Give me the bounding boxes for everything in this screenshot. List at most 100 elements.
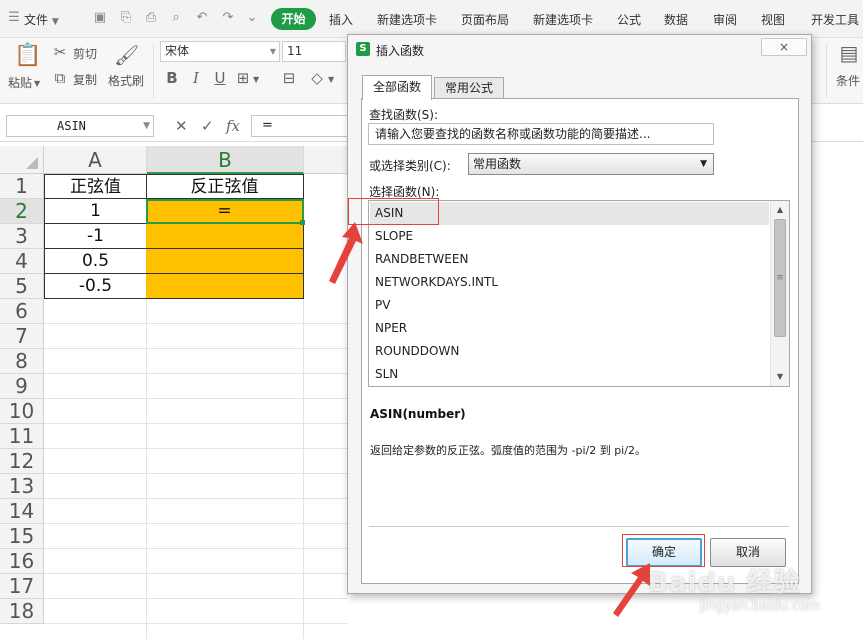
tab-view[interactable]: 视图 [761, 11, 785, 28]
tab-formulas[interactable]: 公式 [617, 11, 641, 28]
list-item[interactable]: NPER [370, 317, 769, 340]
row-header[interactable]: 13 [0, 474, 44, 499]
cell-b3[interactable] [146, 224, 304, 249]
cell-a4[interactable]: 0.5 [44, 249, 147, 274]
row-header[interactable]: 8 [0, 349, 44, 374]
italic-icon[interactable]: I [188, 69, 204, 87]
close-button[interactable]: × [761, 38, 807, 56]
font-size-select[interactable]: 11 [282, 41, 346, 62]
column-header-blank[interactable] [304, 146, 348, 174]
row-header[interactable]: 2 [0, 199, 44, 224]
chevron-down-icon[interactable]: ▼ [34, 75, 40, 93]
tab-home[interactable]: 开始 [271, 8, 316, 30]
function-signature: ASIN(number) [370, 407, 466, 421]
tab-review[interactable]: 审阅 [713, 11, 737, 28]
column-header-a[interactable]: A [44, 146, 147, 174]
search-input[interactable]: 请输入您要查找的函数名称或函数功能的简要描述... [368, 123, 714, 145]
list-item[interactable]: SLN [370, 363, 769, 386]
row-header[interactable]: 15 [0, 524, 44, 549]
cancel-icon[interactable]: ✕ [175, 117, 188, 135]
cell-b4[interactable] [146, 249, 304, 274]
tab-data[interactable]: 数据 [664, 11, 688, 28]
fill-color-icon[interactable]: ◇ [308, 69, 326, 87]
underline-icon[interactable]: U [212, 69, 228, 87]
copy-button[interactable]: 复制 [73, 71, 97, 88]
tab-all-functions[interactable]: 全部函数 [362, 75, 432, 100]
column-header-b[interactable]: B [147, 146, 304, 174]
row-header[interactable]: 14 [0, 499, 44, 524]
conditional-format-icon[interactable]: ▤ [838, 43, 860, 63]
print-icon[interactable]: ⎙ [143, 10, 159, 26]
function-list[interactable]: ASIN SLOPE RANDBETWEEN NETWORKDAYS.INTL … [368, 200, 790, 387]
scroll-down-icon[interactable]: ▼ [771, 370, 789, 384]
menu-icon[interactable]: ☰ [6, 10, 22, 26]
row-header[interactable]: 6 [0, 299, 44, 324]
gridline [44, 573, 347, 574]
format-painter-icon[interactable]: 🖌 [114, 42, 139, 68]
gridline [44, 348, 347, 349]
insert-function-icon[interactable]: fx [226, 117, 240, 135]
scissors-icon[interactable]: ✂ [52, 43, 68, 61]
list-item[interactable]: PV [370, 294, 769, 317]
font-name-select[interactable]: 宋体 ▼ [160, 41, 280, 62]
row-header[interactable]: 16 [0, 549, 44, 574]
fill-handle[interactable] [300, 220, 305, 225]
row-header[interactable]: 5 [0, 274, 44, 299]
copy-icon[interactable]: ⧉ [52, 69, 68, 87]
cell-b5[interactable] [146, 274, 304, 299]
paste-icon[interactable]: 📋 [14, 42, 41, 70]
chevron-down-icon: ▼ [51, 17, 59, 27]
row-header[interactable]: 4 [0, 249, 44, 274]
preview-icon[interactable]: ⌕ [168, 10, 184, 26]
name-box[interactable]: ASIN ▼ [6, 115, 154, 137]
export-icon[interactable]: ⎘ [118, 10, 134, 26]
cell-b2[interactable]: = [146, 199, 304, 224]
more-icon[interactable]: ⌄ [244, 10, 260, 26]
row-header[interactable]: 17 [0, 574, 44, 599]
cell-a2[interactable]: 1 [44, 199, 147, 224]
cell-a1[interactable]: 正弦值 [44, 174, 147, 199]
tab-page-layout[interactable]: 页面布局 [461, 11, 509, 28]
scroll-thumb[interactable]: ≡ [774, 219, 786, 337]
cut-button[interactable]: 剪切 [73, 45, 97, 62]
select-all-corner[interactable] [0, 146, 44, 174]
cell-a5[interactable]: -0.5 [44, 274, 147, 299]
merge-icon[interactable]: ⊟ [280, 69, 298, 87]
chevron-down-icon[interactable]: ▼ [328, 71, 334, 89]
list-item[interactable]: SLOPE [370, 225, 769, 248]
row-header[interactable]: 18 [0, 599, 44, 624]
list-scrollbar[interactable]: ▲ ≡ ▼ [770, 201, 789, 386]
cell-a3[interactable]: -1 [44, 224, 147, 249]
cell-b1[interactable]: 反正弦值 [146, 174, 304, 199]
undo-icon[interactable]: ↶ [194, 10, 210, 26]
bold-icon[interactable]: B [164, 69, 180, 87]
tab-new-2[interactable]: 新建选项卡 [533, 11, 593, 28]
row-header[interactable]: 9 [0, 374, 44, 399]
format-painter-button[interactable]: 格式刷 [108, 72, 144, 89]
list-item[interactable]: RANDBETWEEN [370, 248, 769, 271]
category-select[interactable]: 常用函数 ▼ [468, 153, 714, 175]
paste-button[interactable]: 粘贴 [8, 74, 32, 91]
list-item[interactable]: ROUNDDOWN [370, 340, 769, 363]
tab-common-formulas[interactable]: 常用公式 [434, 77, 504, 99]
scroll-up-icon[interactable]: ▲ [771, 203, 789, 217]
chevron-down-icon[interactable]: ▼ [253, 71, 259, 89]
border-icon[interactable]: ⊞ [234, 69, 252, 87]
save-icon[interactable]: ▣ [92, 10, 108, 26]
redo-icon[interactable]: ↷ [220, 10, 236, 26]
list-item[interactable]: NETWORKDAYS.INTL [370, 271, 769, 294]
tab-insert[interactable]: 插入 [329, 11, 353, 28]
file-menu[interactable]: 文件 ▼ [24, 11, 59, 28]
row-header[interactable]: 11 [0, 424, 44, 449]
row-header[interactable]: 12 [0, 449, 44, 474]
confirm-icon[interactable]: ✓ [201, 117, 214, 135]
dialog-title-bar[interactable]: S 插入函数 × [348, 35, 811, 63]
row-header[interactable]: 7 [0, 324, 44, 349]
conditional-format-button[interactable]: 条件 [836, 72, 860, 89]
row-header[interactable]: 10 [0, 399, 44, 424]
tab-new-1[interactable]: 新建选项卡 [377, 11, 437, 28]
row-header[interactable]: 3 [0, 224, 44, 249]
row-header[interactable]: 1 [0, 174, 44, 199]
tab-developer[interactable]: 开发工具 [811, 11, 859, 28]
chevron-down-icon: ▼ [269, 47, 276, 56]
